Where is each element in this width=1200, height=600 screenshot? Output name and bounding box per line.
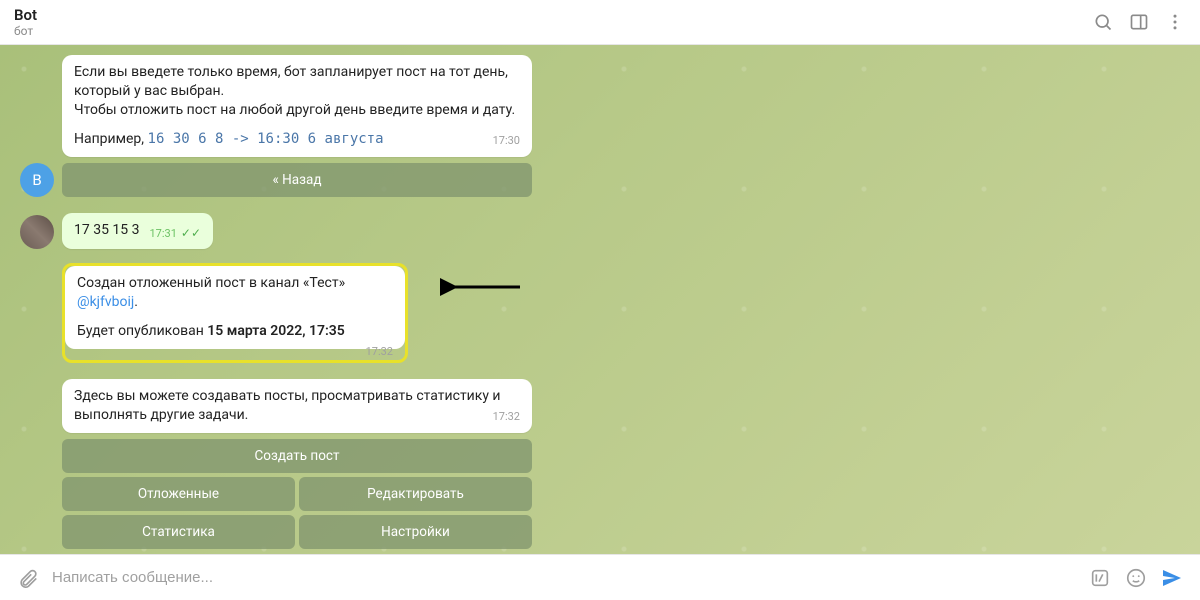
message-time: 17:30 [493, 134, 520, 149]
sidebar-toggle-icon[interactable] [1128, 11, 1150, 33]
message-text: Будет опубликован 15 марта 2022, 17:35 [77, 322, 393, 341]
kb-settings-button[interactable]: Настройки [299, 515, 532, 549]
kb-stats-button[interactable]: Статистика [62, 515, 295, 549]
chat-subtitle: бот [14, 24, 37, 38]
message-text: 17 35 15 3 [74, 222, 140, 238]
message-bubble[interactable]: 17 35 15 3 17:31✓✓ [62, 213, 213, 250]
chat-area[interactable]: Если вы введете только время, бот заплан… [0, 45, 1200, 554]
more-icon[interactable] [1164, 11, 1186, 33]
message-text: Создан отложенный пост в канал «Тест» @k… [77, 274, 393, 312]
attach-icon[interactable] [16, 566, 40, 590]
kb-create-post-button[interactable]: Создать пост [62, 439, 532, 473]
message-bubble[interactable]: Если вы введете только время, бот заплан… [62, 55, 532, 157]
chat-title: Bot [14, 6, 37, 24]
search-icon[interactable] [1092, 11, 1114, 33]
message-text: Здесь вы можете создавать посты, просмат… [74, 388, 501, 423]
message-time: 17:31✓✓ [150, 225, 202, 242]
message-text: Чтобы отложить пост на любой другой день… [74, 101, 520, 120]
message-text: Если вы введете только время, бот заплан… [74, 63, 520, 101]
avatar[interactable]: В [20, 163, 54, 197]
message-bubble[interactable]: Создан отложенный пост в канал «Тест» @k… [65, 266, 405, 349]
message-input[interactable] [52, 569, 1076, 586]
chat-title-block[interactable]: Bot бот [14, 6, 37, 38]
kb-scheduled-button[interactable]: Отложенные [62, 477, 295, 511]
chat-header: Bot бот [0, 0, 1200, 45]
avatar-letter: В [32, 171, 41, 189]
bot-commands-icon[interactable] [1088, 566, 1112, 590]
code-example: 16 30 6 8 -> 16:30 6 августа [148, 131, 384, 147]
avatar[interactable] [20, 215, 54, 249]
highlighted-bubble: Создан отложенный пост в канал «Тест» @k… [62, 263, 408, 363]
kb-back-button[interactable]: « Назад [62, 163, 532, 197]
message-time: 17:32 [493, 410, 520, 425]
message-time: 17:32 [366, 345, 393, 360]
emoji-icon[interactable] [1124, 566, 1148, 590]
kb-edit-button[interactable]: Редактировать [299, 477, 532, 511]
message-bubble[interactable]: Здесь вы можете создавать посты, просмат… [62, 379, 532, 433]
message-text: Например, [74, 131, 148, 147]
channel-link[interactable]: @kjfvboij [77, 294, 134, 310]
read-ticks-icon: ✓✓ [181, 226, 201, 240]
message-composer [0, 554, 1200, 600]
send-button[interactable] [1160, 566, 1184, 590]
